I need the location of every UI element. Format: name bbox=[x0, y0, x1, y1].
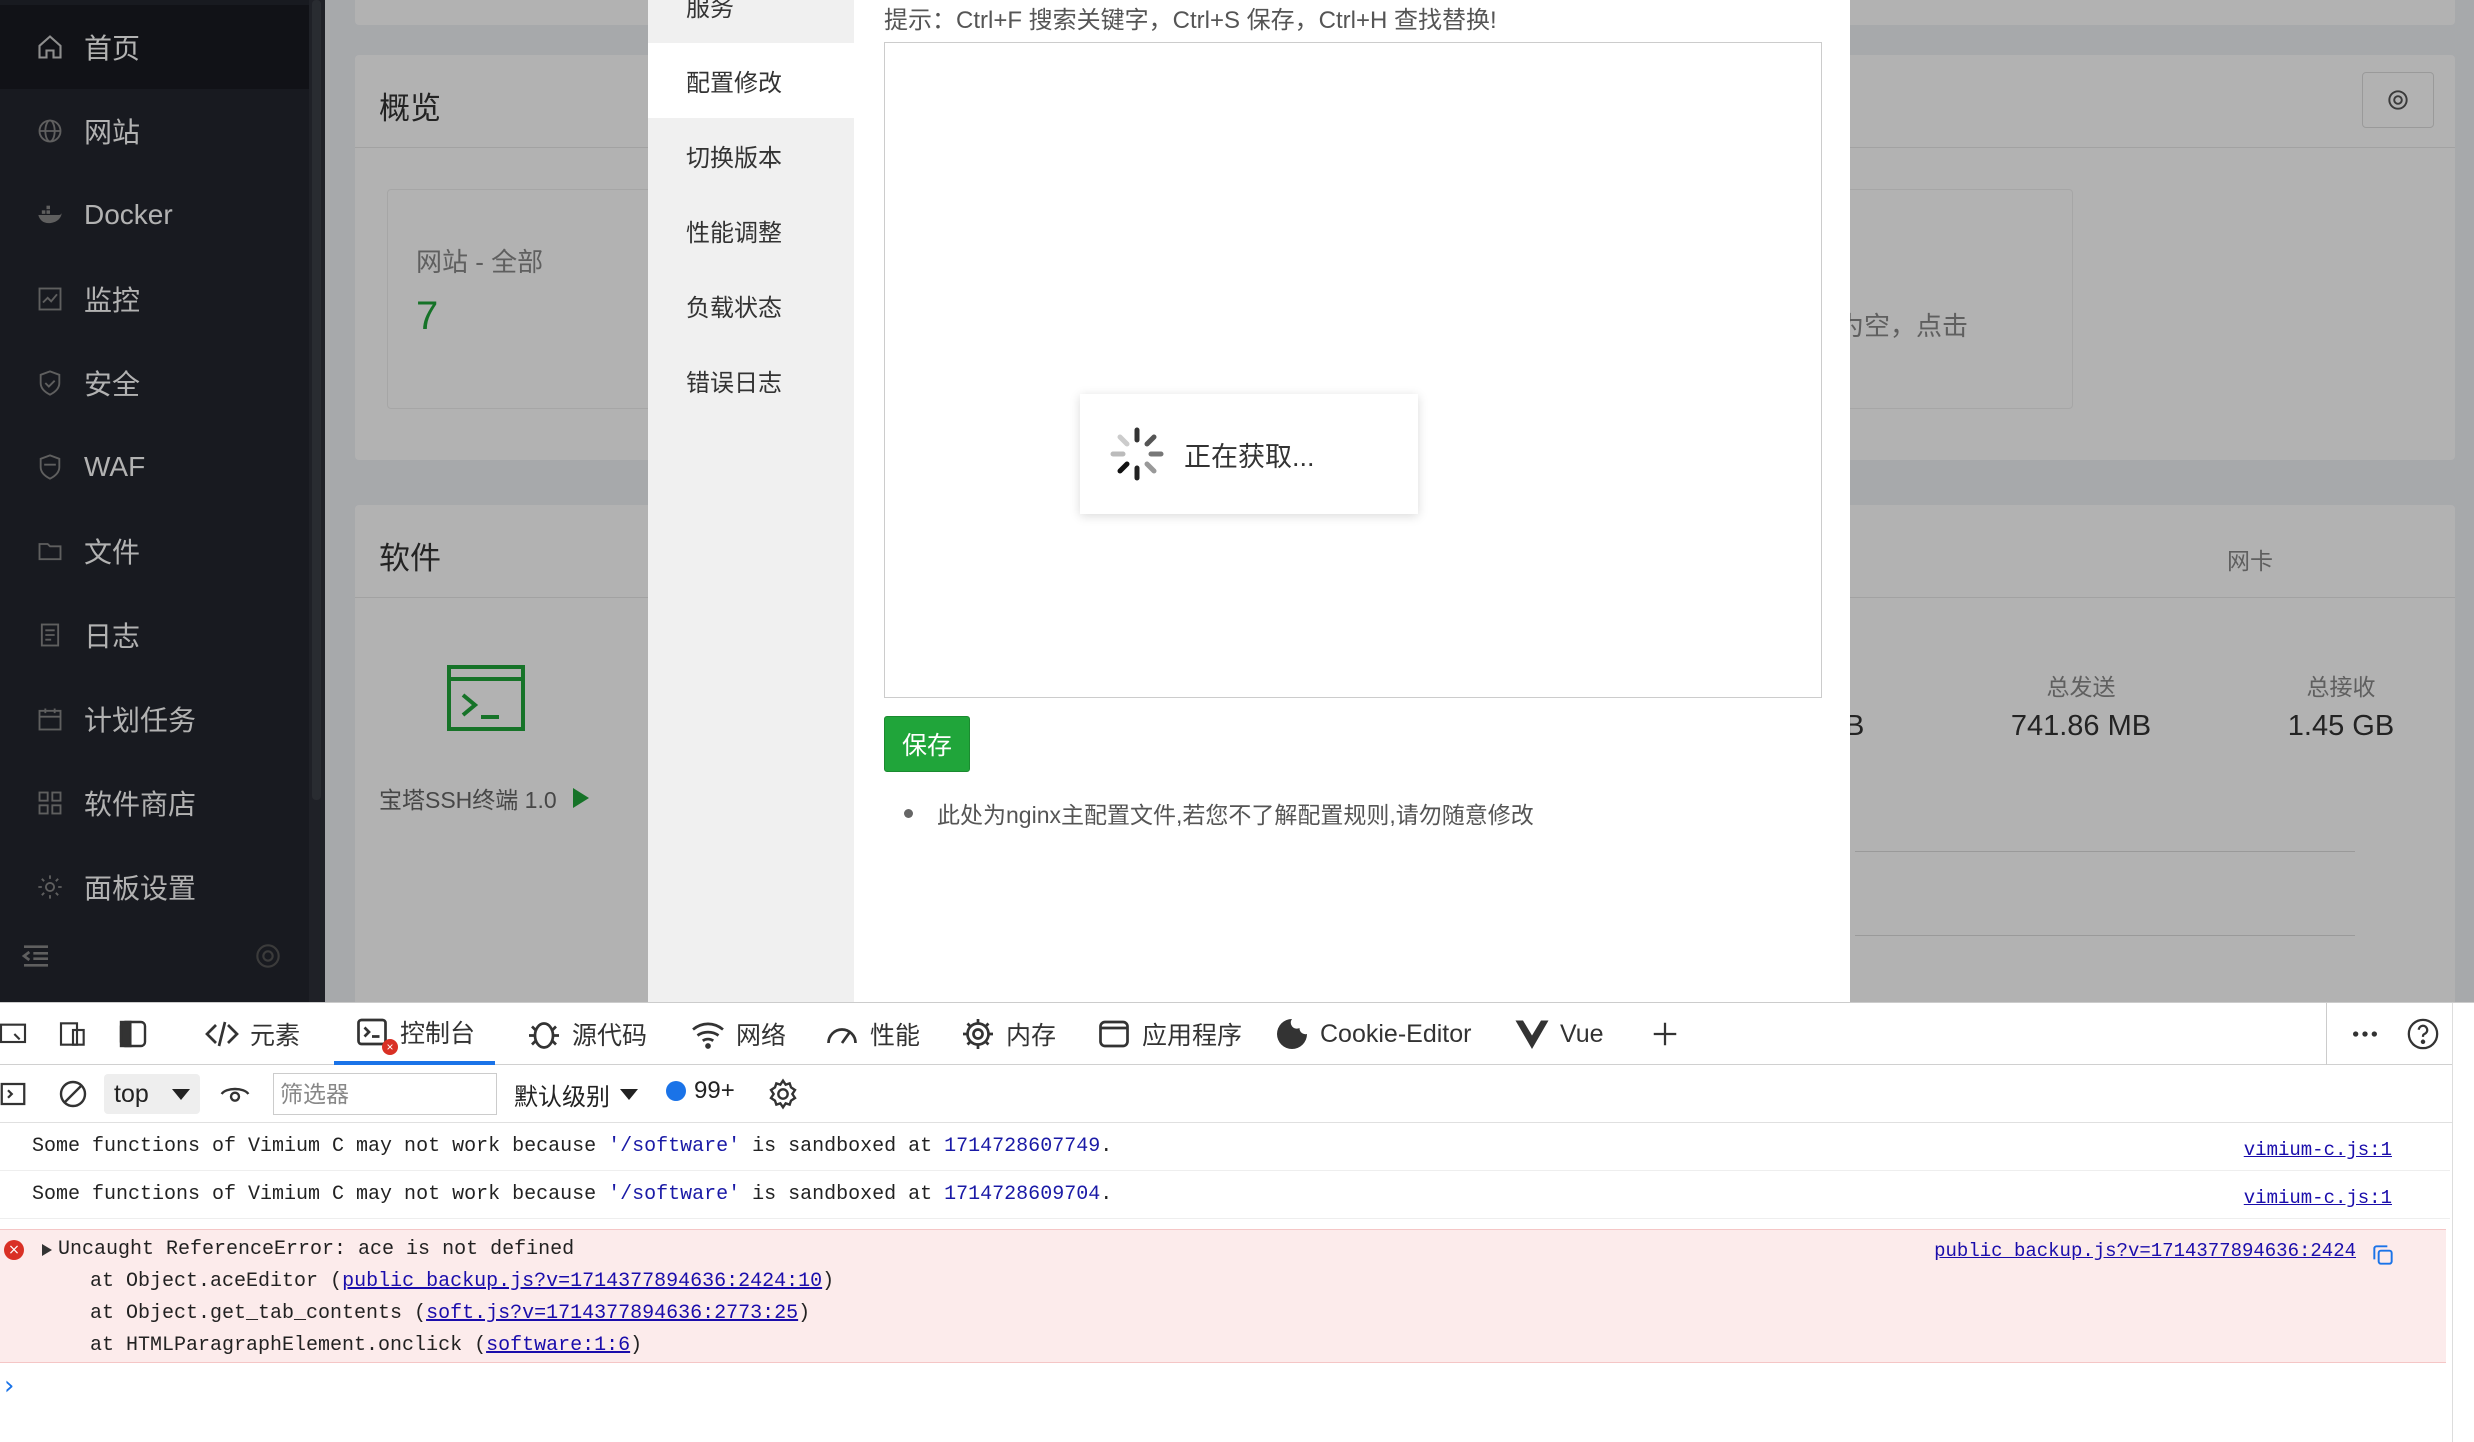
copy-icon[interactable] bbox=[2370, 1242, 2396, 1268]
context-value: top bbox=[114, 1080, 149, 1108]
devtools-tab-elements[interactable]: 元素 bbox=[204, 1003, 300, 1065]
stack-frame: at Object.get_tab_contents (soft.js?v=17… bbox=[42, 1302, 811, 1325]
devtools-tab-memory[interactable]: 内存 bbox=[960, 1003, 1056, 1065]
tab-label: 元素 bbox=[250, 1022, 301, 1050]
cookie-icon bbox=[1277, 1019, 1307, 1049]
divider bbox=[2326, 1003, 2327, 1065]
code-icon bbox=[205, 1021, 239, 1047]
add-tab-icon[interactable] bbox=[1646, 1015, 1684, 1053]
devtools-tab-sources[interactable]: 源代码 bbox=[526, 1003, 647, 1065]
tab-label: 性能 bbox=[870, 1022, 921, 1050]
context-select[interactable]: top bbox=[104, 1074, 200, 1114]
stack-frame-link[interactable]: software:1:6 bbox=[486, 1334, 630, 1357]
dock-side-icon[interactable] bbox=[114, 1015, 152, 1053]
memory-icon bbox=[963, 1019, 993, 1049]
console-toolbar: top 默认级别 99+ bbox=[0, 1065, 2474, 1123]
tab-config-edit[interactable]: 配置修改 bbox=[648, 43, 854, 118]
tab-label: Vue bbox=[1560, 1019, 1604, 1048]
stack-frame: at Object.aceEditor (public_backup.js?v=… bbox=[42, 1270, 835, 1293]
loading-text: 正在获取... bbox=[1184, 441, 1315, 472]
caret-down-icon bbox=[620, 1089, 638, 1100]
message-count[interactable]: 99+ bbox=[666, 1077, 735, 1105]
tab-label: 内存 bbox=[1006, 1022, 1057, 1050]
tab-load-status[interactable]: 负载状态 bbox=[648, 268, 854, 343]
expand-triangle-icon[interactable] bbox=[42, 1244, 52, 1256]
console-error: × Uncaught ReferenceError: ace is not de… bbox=[0, 1229, 2446, 1363]
devtools-tabbar: 元素 × 控制台 源代码 网络 性能 内存 应用程序 Cookie-Editor… bbox=[0, 1003, 2474, 1065]
loading-toast: 正在获取... bbox=[1080, 394, 1418, 514]
config-note-text: 此处为nginx主配置文件,若您不了解配置规则,请勿随意修改 bbox=[937, 802, 1534, 828]
vue-icon bbox=[1515, 1020, 1549, 1049]
message-count-value: 99+ bbox=[694, 1077, 735, 1104]
clear-console-icon[interactable] bbox=[54, 1075, 92, 1113]
device-toolbar-icon[interactable] bbox=[54, 1015, 92, 1053]
filter-input[interactable] bbox=[273, 1073, 497, 1115]
tab-label: 控制台 bbox=[400, 1020, 476, 1048]
message-bubble-icon bbox=[666, 1081, 686, 1101]
save-button[interactable]: 保存 bbox=[884, 716, 970, 772]
application-icon bbox=[1099, 1020, 1129, 1048]
tab-label: 源代码 bbox=[572, 1022, 648, 1050]
live-expression-icon[interactable] bbox=[216, 1075, 254, 1113]
error-badge: × bbox=[382, 1039, 398, 1055]
devtools-scrollbar[interactable] bbox=[2452, 1003, 2474, 1442]
app-window: 首页 网站 Docker 监控 安全 WAF 文件 日志 计划任务 软件商店 面… bbox=[0, 0, 2474, 1002]
error-icon: × bbox=[4, 1240, 24, 1260]
config-editor[interactable] bbox=[884, 42, 1822, 698]
error-message: Uncaught ReferenceError: ace is not defi… bbox=[58, 1238, 575, 1261]
caret-down-icon bbox=[172, 1089, 190, 1100]
console-output: Some functions of Vimium C may not work … bbox=[0, 1123, 2474, 1442]
tab-label: Cookie-Editor bbox=[1320, 1019, 1472, 1048]
tab-service[interactable]: 服务 bbox=[648, 0, 854, 43]
spinner-icon bbox=[1110, 427, 1164, 481]
console-message: Some functions of Vimium C may not work … bbox=[0, 1171, 2450, 1219]
stack-frame-link[interactable]: soft.js?v=1714377894636:2773:25 bbox=[426, 1302, 798, 1325]
devtools-tab-network[interactable]: 网络 bbox=[690, 1003, 786, 1065]
help-icon[interactable] bbox=[2404, 1015, 2442, 1053]
devtools-tab-application[interactable]: 应用程序 bbox=[1096, 1003, 1242, 1065]
log-source-link[interactable]: vimium-c.js:1 bbox=[2244, 1139, 2392, 1161]
console-message: Some functions of Vimium C may not work … bbox=[0, 1123, 2450, 1171]
wifi-icon bbox=[692, 1022, 724, 1049]
config-note: 此处为nginx主配置文件,若您不了解配置规则,请勿随意修改 bbox=[884, 796, 1534, 830]
stack-frame: at HTMLParagraphElement.onclick (softwar… bbox=[42, 1334, 643, 1357]
devtools-tab-performance[interactable]: 性能 bbox=[824, 1003, 920, 1065]
tab-label: 应用程序 bbox=[1142, 1022, 1243, 1050]
console-prompt[interactable]: › bbox=[4, 1371, 14, 1401]
log-source-link[interactable]: vimium-c.js:1 bbox=[2244, 1187, 2392, 1209]
cast-icon[interactable] bbox=[0, 1015, 32, 1053]
bug-icon bbox=[529, 1022, 559, 1049]
log-text: Some functions of Vimium C may not work … bbox=[32, 1135, 1113, 1158]
log-level-value: 默认级别 bbox=[514, 1084, 610, 1111]
console-settings-icon[interactable] bbox=[764, 1075, 802, 1113]
devtools-tab-vue[interactable]: Vue bbox=[1514, 1003, 1604, 1065]
tab-label: 网络 bbox=[736, 1022, 787, 1050]
log-level-select[interactable]: 默认级别 bbox=[514, 1077, 638, 1112]
modal-tab-list: 服务 配置修改 切换版本 性能调整 负载状态 错误日志 bbox=[648, 0, 854, 1002]
more-options-icon[interactable] bbox=[2346, 1015, 2384, 1053]
error-source-link[interactable]: public_backup.js?v=1714377894636:2424 bbox=[1934, 1240, 2356, 1262]
stack-frame-link[interactable]: public_backup.js?v=1714377894636:2424:10 bbox=[342, 1270, 822, 1293]
tab-switch-version[interactable]: 切换版本 bbox=[648, 118, 854, 193]
editor-hint: 提示：Ctrl+F 搜索关键字，Ctrl+S 保存，Ctrl+H 查找替换! bbox=[884, 7, 1497, 34]
performance-icon bbox=[827, 1028, 857, 1044]
log-text: Some functions of Vimium C may not work … bbox=[32, 1183, 1113, 1206]
devtools-tab-cookie-editor[interactable]: Cookie-Editor bbox=[1274, 1003, 1471, 1065]
devtools-panel: 元素 × 控制台 源代码 网络 性能 内存 应用程序 Cookie-Editor… bbox=[0, 1002, 2474, 1442]
bullet bbox=[904, 808, 913, 818]
tab-error-log[interactable]: 错误日志 bbox=[648, 343, 854, 418]
tab-performance[interactable]: 性能调整 bbox=[648, 193, 854, 268]
devtools-tab-console[interactable]: × 控制台 bbox=[334, 1003, 496, 1065]
sidebar-toggle-icon[interactable] bbox=[0, 1075, 32, 1113]
